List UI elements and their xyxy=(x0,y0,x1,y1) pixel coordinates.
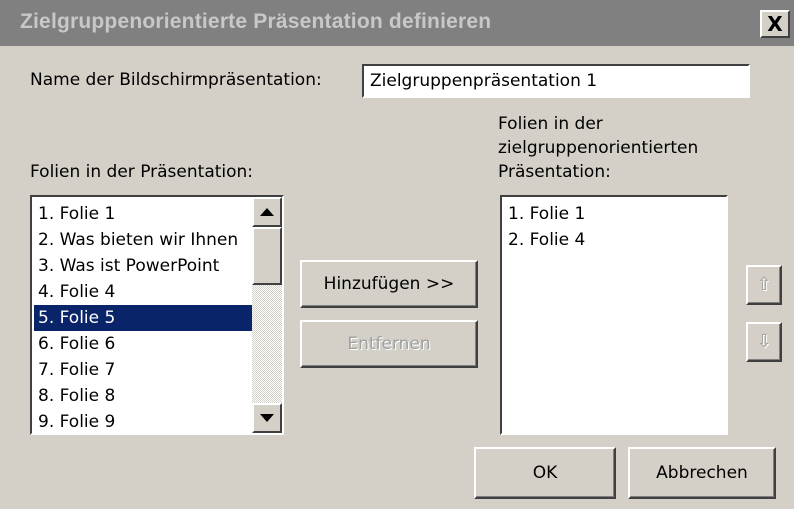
list-item[interactable]: 3. Was ist PowerPoint xyxy=(34,253,252,279)
vertical-scrollbar[interactable] xyxy=(252,197,282,433)
list-item[interactable]: 5. Folie 5 xyxy=(34,305,252,331)
list-item[interactable]: 1. Folie 1 xyxy=(34,201,252,227)
scroll-up-button[interactable] xyxy=(252,197,282,227)
list-item[interactable]: 7. Folie 7 xyxy=(34,357,252,383)
list-item[interactable]: 2. Folie 4 xyxy=(504,227,726,253)
arrow-down-icon: ⇩ xyxy=(756,331,772,352)
close-button[interactable]: X xyxy=(760,10,790,38)
presentation-name-input[interactable] xyxy=(362,64,750,98)
list-item[interactable]: 1. Folie 1 xyxy=(504,201,726,227)
source-items: 1. Folie 1 2. Was bieten wir Ihnen 3. Was … xyxy=(34,201,252,433)
add-button[interactable]: Hinzufügen >> xyxy=(300,260,478,308)
close-icon: X xyxy=(767,12,783,36)
list-item[interactable]: 2. Was bieten wir Ihnen xyxy=(34,227,252,253)
source-slides-list[interactable]: 1. Folie 1 2. Was bieten wir Ihnen 3. Was … xyxy=(30,195,284,435)
list-item[interactable]: 4. Folie 4 xyxy=(34,279,252,305)
remove-button[interactable]: Entfernen xyxy=(300,320,478,368)
move-down-button[interactable]: ⇩ xyxy=(746,322,782,362)
target-slides-list[interactable]: 1. Folie 1 2. Folie 4 xyxy=(500,195,728,435)
chevron-down-icon xyxy=(260,414,274,422)
ok-button[interactable]: OK xyxy=(474,447,616,499)
target-items: 1. Folie 1 2. Folie 4 xyxy=(504,201,726,253)
title-bar: Zielgruppenorientierte Präsentation defi… xyxy=(0,0,794,46)
list-item[interactable]: 9. Folie 9 xyxy=(34,409,252,433)
scroll-thumb[interactable] xyxy=(252,227,282,285)
list-item[interactable]: 8. Folie 8 xyxy=(34,383,252,409)
list-item[interactable]: 6. Folie 6 xyxy=(34,331,252,357)
name-label: Name der Bildschirmpräsentation: xyxy=(30,70,322,90)
target-list-label: Folien in der zielgruppenorientierten Pr… xyxy=(498,114,699,182)
chevron-up-icon xyxy=(260,208,274,216)
cancel-button[interactable]: Abbrechen xyxy=(628,447,776,499)
window-title: Zielgruppenorientierte Präsentation defi… xyxy=(20,10,492,33)
arrow-up-icon: ⇧ xyxy=(756,274,772,295)
scroll-down-button[interactable] xyxy=(252,403,282,433)
source-list-label: Folien in der Präsentation: xyxy=(30,162,254,182)
move-up-button[interactable]: ⇧ xyxy=(746,265,782,305)
